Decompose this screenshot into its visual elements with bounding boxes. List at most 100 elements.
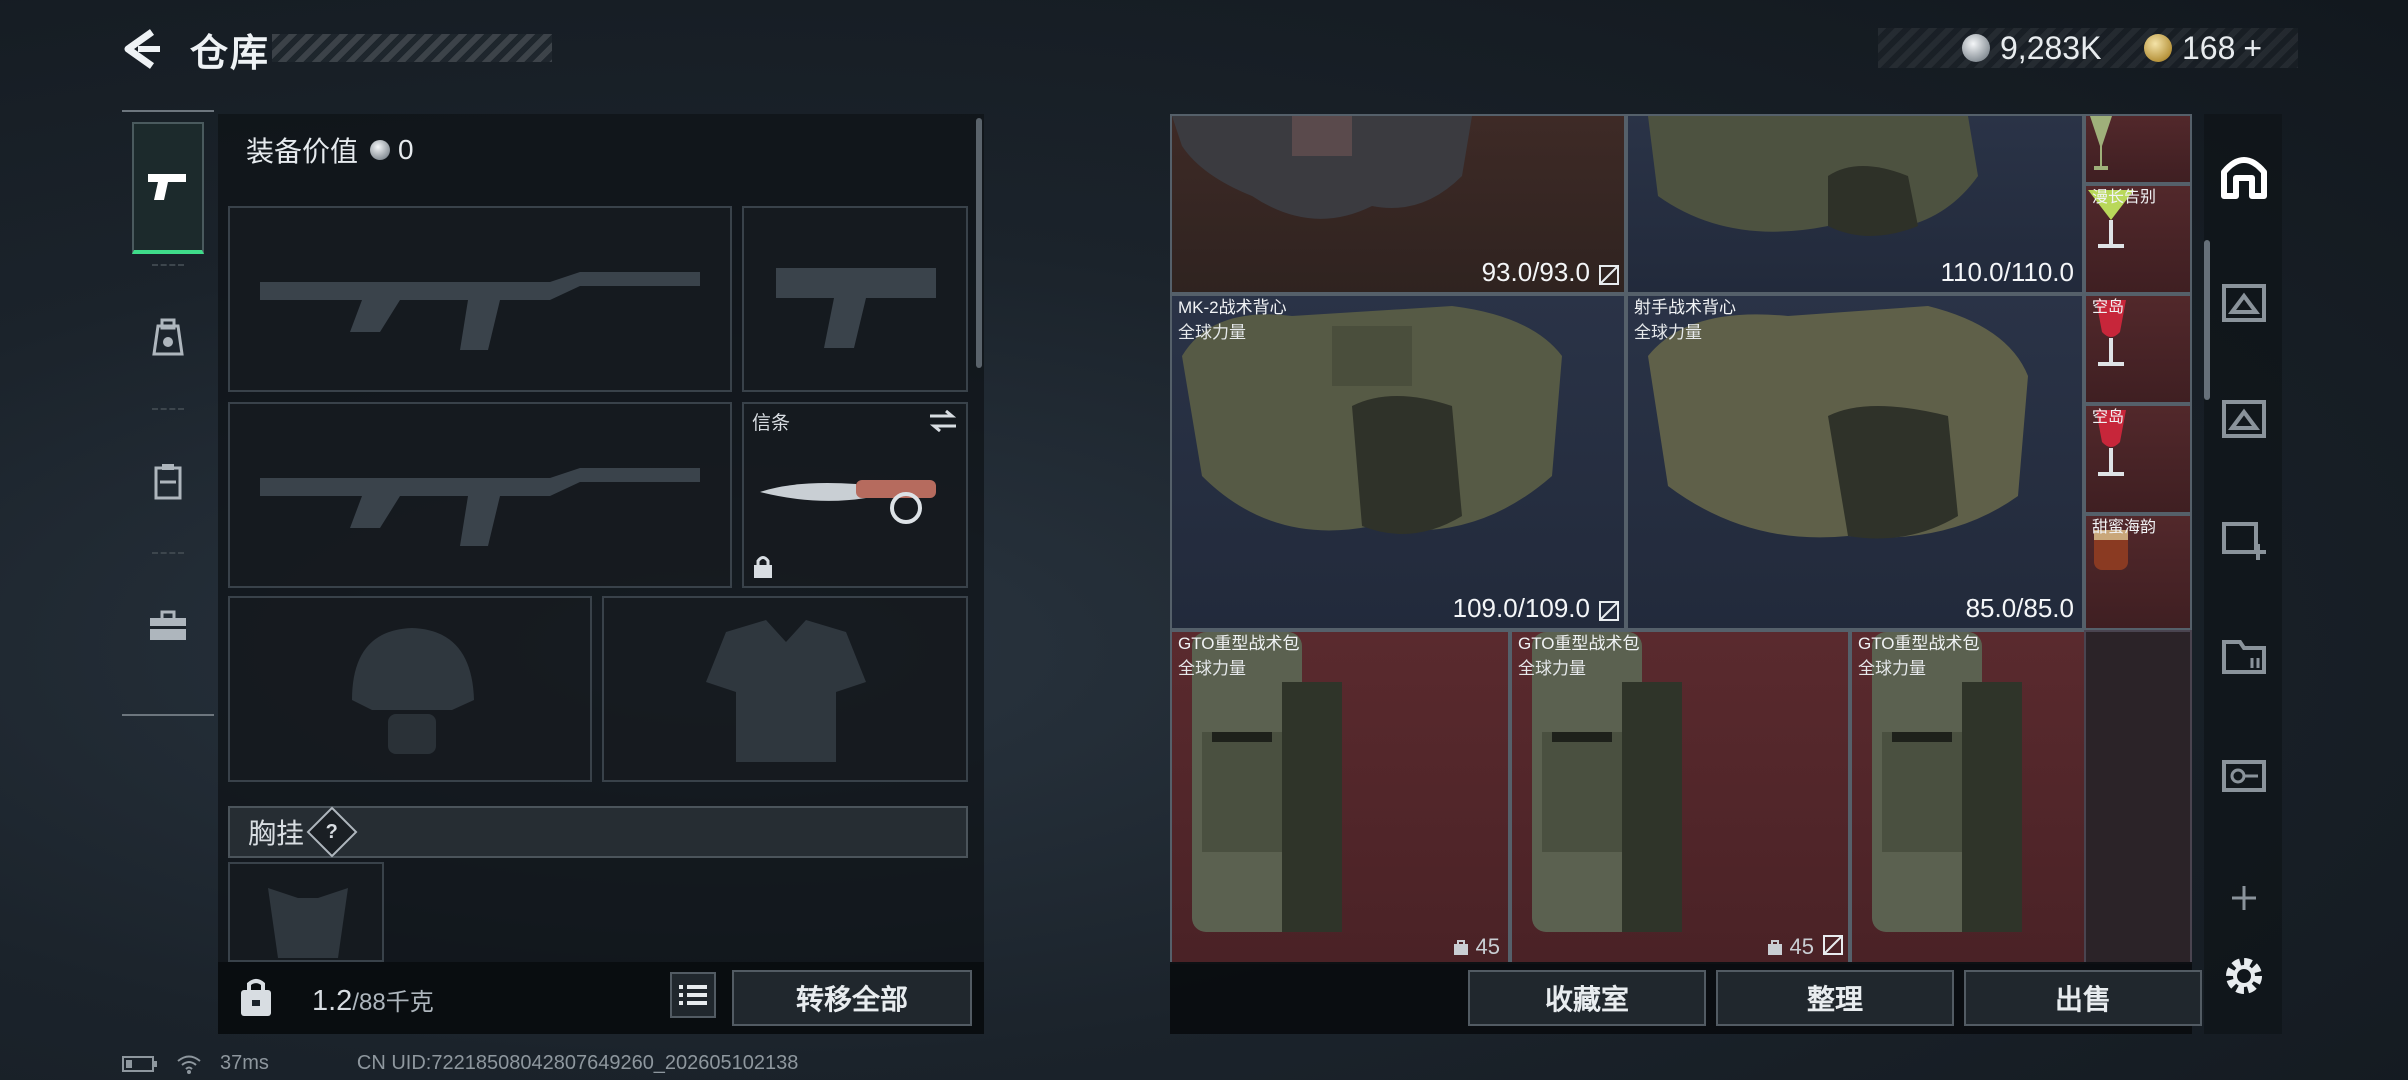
melee-slot-label: 信条: [752, 413, 791, 434]
collection-room-button[interactable]: 收藏室: [1468, 970, 1706, 1026]
title-decoration: [272, 34, 552, 62]
vest-icon: [154, 464, 182, 500]
stash-item-small[interactable]: 甜蜜海韵: [2084, 514, 2192, 630]
pistol-silhouette-icon: [776, 268, 936, 348]
stash-item-small[interactable]: [2084, 114, 2192, 184]
stash-page-icon[interactable]: [2218, 392, 2270, 444]
weight-readout: 1.2/88千克: [312, 982, 434, 1018]
chest-rig-silhouette-icon: [268, 888, 348, 958]
body-armor-slot[interactable]: [602, 596, 968, 782]
stash-item[interactable]: 110.0/110.0: [1626, 114, 2084, 294]
drink-icon: [2090, 116, 2112, 170]
primary-weapon-slot[interactable]: [228, 206, 732, 392]
weight-icon: [1453, 940, 1468, 955]
melee-slot[interactable]: 信条: [742, 402, 968, 588]
gold-coin-icon: [2144, 34, 2172, 62]
sidearm-slot[interactable]: [742, 206, 968, 392]
sell-button[interactable]: 出售: [1964, 970, 2202, 1026]
tab-divider: [152, 552, 184, 554]
pistol-icon: [148, 174, 186, 200]
silver-coin-icon: [1962, 34, 1990, 62]
back-button[interactable]: [118, 26, 164, 72]
helmet-slot[interactable]: [228, 596, 592, 782]
item-name: 射手战术背心: [1634, 298, 1736, 317]
gold-currency: 168 +: [2144, 28, 2262, 68]
wifi-icon: [177, 1055, 201, 1074]
silver-currency-value: 9,283K: [2000, 29, 2102, 66]
stash-item[interactable]: MK-2战术背心 全球力量 109.0/109.0: [1170, 294, 1626, 630]
empty-slot[interactable]: [2084, 630, 2192, 964]
list-icon: [679, 985, 707, 1005]
stash-page-key-icon[interactable]: [2218, 748, 2270, 800]
stash-item[interactable]: 射手战术背心 全球力量 85.0/85.0: [1626, 294, 2084, 630]
item-name: 空岛: [2092, 409, 2125, 426]
briefcase-icon: [150, 610, 186, 640]
add-stash-page-icon[interactable]: [2218, 872, 2270, 924]
item-name: GTO重型战术包: [1858, 634, 1980, 653]
weight-current: 1.2: [312, 985, 353, 1017]
backpack-icon: [152, 318, 184, 356]
status-bar: 37ms CN UID:7221850804280764926​0_202605…: [122, 1052, 798, 1075]
equipment-value-label: 装备价值: [246, 136, 359, 167]
ping-value: 37ms: [220, 1052, 269, 1074]
item-sub-label: 全球力量: [1178, 323, 1246, 342]
tab-weapons[interactable]: [132, 122, 204, 254]
add-gold-button[interactable]: +: [2243, 30, 2262, 67]
secondary-weapon-slot[interactable]: [228, 402, 732, 588]
chest-rig-slot[interactable]: [228, 862, 384, 962]
durability: 110.0/110.0: [1940, 257, 2075, 287]
back-arrow-icon: [124, 29, 160, 69]
no-trade-icon: [1599, 265, 1619, 285]
tab-case[interactable]: [132, 560, 204, 692]
organize-button[interactable]: 整理: [1716, 970, 1954, 1026]
item-count: 45: [1766, 934, 1814, 960]
stash-item-small[interactable]: 空岛: [2084, 294, 2192, 404]
storage-home-icon[interactable]: [2218, 150, 2270, 202]
item-name: 漫长告别: [2092, 189, 2157, 206]
stash-item[interactable]: GTO重型战术包 全球力量 45: [1510, 630, 1850, 964]
vest-silhouette-icon: [706, 620, 866, 762]
stash-item-small[interactable]: 空岛: [2084, 404, 2192, 514]
rifle-silhouette-icon: [260, 468, 700, 546]
gold-currency-value: 168: [2182, 29, 2236, 66]
stash-page-add-icon[interactable]: [2218, 510, 2270, 562]
stash-page-folder-icon[interactable]: [2218, 628, 2270, 680]
silver-coin-icon: [370, 140, 391, 160]
list-view-button[interactable]: [670, 972, 716, 1018]
tab-armor[interactable]: [132, 272, 204, 404]
chest-rig-header: 胸挂 ?: [228, 806, 968, 858]
item-name: 甜蜜海韵: [2092, 519, 2157, 536]
battery-icon: [122, 1055, 157, 1072]
vest-icon: [1172, 116, 1472, 219]
durability: 109.0/109.0: [1452, 593, 1590, 623]
tab-vest[interactable]: [132, 416, 204, 548]
item-sub-label: 全球力量: [1518, 659, 1586, 678]
weight-icon: [241, 979, 271, 1016]
equipment-scrollbar[interactable]: [976, 118, 982, 368]
equipment-value: 装备价值 0: [246, 130, 414, 170]
item-sub-label: 全球力量: [1858, 659, 1926, 678]
rifle-silhouette-icon: [260, 272, 700, 350]
tab-divider: [152, 408, 184, 410]
durability: 85.0/85.0: [1965, 593, 2074, 623]
stash-item[interactable]: GTO重型战术包 全球力量 45: [1170, 630, 1510, 964]
equipment-value-number: 0: [398, 134, 414, 165]
weight-icon: [1767, 940, 1782, 955]
item-name: MK-2战术背心: [1178, 298, 1287, 317]
stash-scrollbar[interactable]: [2204, 240, 2210, 400]
no-trade-icon: [1599, 601, 1619, 621]
page-title: 仓库: [190, 33, 271, 75]
stash-item-small[interactable]: 漫长告别: [2084, 184, 2192, 294]
weight-max: /88千克: [352, 989, 434, 1016]
stash-grid: 93.0/93.0 110.0/110.0 MK-2战术背心 全球力量 109.…: [1170, 114, 2192, 964]
settings-gear-icon[interactable]: [2218, 950, 2270, 1002]
stash-item[interactable]: 93.0/93.0: [1170, 114, 1626, 294]
item-count: 45: [1452, 934, 1500, 960]
silver-currency: 9,283K: [1962, 28, 2101, 68]
vest-icon: [1648, 116, 1978, 236]
help-icon[interactable]: ?: [306, 806, 358, 858]
stash-page-icon[interactable]: [2218, 276, 2270, 328]
transfer-all-button[interactable]: 转移全部: [732, 970, 972, 1026]
swap-icon[interactable]: [928, 410, 958, 432]
tab-divider: [152, 264, 184, 266]
